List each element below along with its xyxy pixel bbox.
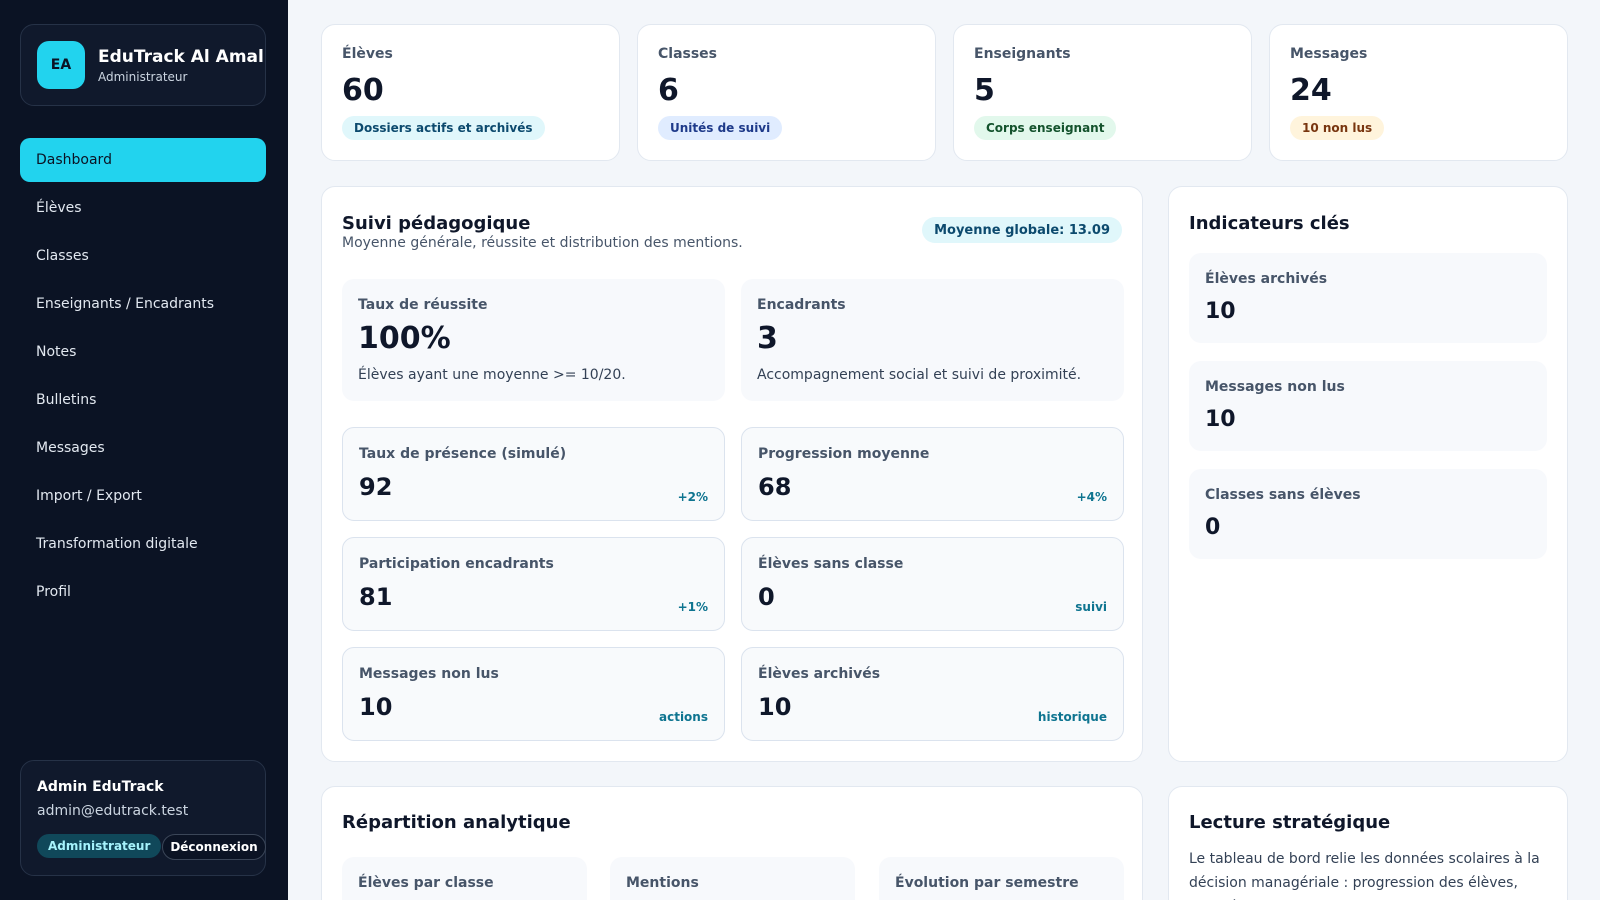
nav-item-classes[interactable]: Classes bbox=[20, 234, 266, 278]
global-average-badge: Moyenne globale: 13.09 bbox=[922, 217, 1122, 243]
nav-item-messages[interactable]: Messages bbox=[20, 426, 266, 470]
metric-value: 10 bbox=[758, 693, 792, 721]
stat-label: Classes bbox=[658, 46, 718, 62]
repartition-label: Élèves par classe bbox=[358, 875, 494, 891]
repartition-panel: Répartition analytique Élèves par classe… bbox=[321, 786, 1143, 900]
highlight-value: 100% bbox=[358, 321, 451, 356]
indicator-label: Classes sans élèves bbox=[1205, 487, 1361, 503]
indicateurs-panel: Indicateurs clés Élèves archivés 10 Mess… bbox=[1168, 186, 1568, 762]
metric-card: Progression moyenne 68 +4% bbox=[741, 427, 1124, 521]
highlight-label: Taux de réussite bbox=[358, 297, 488, 313]
stat-badge: Dossiers actifs et archivés bbox=[342, 116, 545, 140]
metric-value: 0 bbox=[758, 583, 775, 611]
metric-value: 92 bbox=[359, 473, 393, 501]
indicator-value: 0 bbox=[1205, 515, 1221, 540]
panel-title: Indicateurs clés bbox=[1189, 213, 1350, 234]
metric-label: Taux de présence (simulé) bbox=[359, 446, 567, 462]
repartition-card-semestre: Évolution par semestre bbox=[879, 857, 1124, 900]
user-card: Admin EduTrack admin@edutrack.test Admin… bbox=[20, 760, 266, 876]
indicator-value: 10 bbox=[1205, 299, 1236, 324]
metric-trend: historique bbox=[1037, 710, 1107, 724]
metric-trend: +4% bbox=[1076, 490, 1107, 504]
indicator-label: Messages non lus bbox=[1205, 379, 1345, 395]
stat-badge: 10 non lus bbox=[1290, 116, 1385, 140]
metric-card: Participation encadrants 81 +1% bbox=[342, 537, 725, 631]
nav-item-import-export[interactable]: Import / Export bbox=[20, 474, 266, 518]
strategie-panel: Lecture stratégique Le tableau de bord r… bbox=[1168, 786, 1568, 900]
metric-card: Messages non lus 10 actions bbox=[342, 647, 725, 741]
strategie-text: Le tableau de bord relie les données sco… bbox=[1189, 851, 1540, 900]
stat-value: 60 bbox=[342, 73, 384, 108]
role-badge: Administrateur bbox=[37, 834, 162, 858]
metric-card: Élèves archivés 10 historique bbox=[741, 647, 1124, 741]
indicator-card: Élèves archivés 10 bbox=[1189, 253, 1547, 343]
panel-title: Lecture stratégique bbox=[1189, 812, 1391, 833]
metric-label: Élèves sans classe bbox=[758, 556, 904, 572]
panel-title: Suivi pédagogique bbox=[342, 213, 531, 234]
stat-card-classes: Classes 6 Unités de suivi bbox=[637, 24, 936, 161]
metric-label: Élèves archivés bbox=[758, 666, 881, 682]
metric-trend: suivi bbox=[1075, 600, 1107, 614]
metric-card: Taux de présence (simulé) 92 +2% bbox=[342, 427, 725, 521]
stat-card-messages: Messages 24 10 non lus bbox=[1269, 24, 1568, 161]
stat-value: 24 bbox=[1290, 73, 1332, 108]
nav-item-notes[interactable]: Notes bbox=[20, 330, 266, 374]
metric-trend: +1% bbox=[677, 600, 708, 614]
sidebar: EA EduTrack Al Amal Administrateur Dashb… bbox=[0, 0, 288, 900]
indicator-card: Messages non lus 10 bbox=[1189, 361, 1547, 451]
repartition-card-classes: Élèves par classe bbox=[342, 857, 587, 900]
highlight-value: 3 bbox=[757, 321, 778, 356]
repartition-label: Mentions bbox=[626, 875, 699, 891]
stat-value: 6 bbox=[658, 73, 679, 108]
highlight-card-reussite: Taux de réussite 100% Élèves ayant une m… bbox=[342, 279, 725, 401]
logout-button[interactable]: Déconnexion bbox=[162, 834, 266, 860]
nav-item-eleves[interactable]: Élèves bbox=[20, 186, 266, 230]
repartition-label: Évolution par semestre bbox=[895, 875, 1079, 891]
brand-card: EA EduTrack Al Amal Administrateur bbox=[20, 24, 266, 106]
stat-badge: Unités de suivi bbox=[658, 116, 783, 140]
indicator-card: Classes sans élèves 0 bbox=[1189, 469, 1547, 559]
metric-label: Messages non lus bbox=[359, 666, 499, 682]
highlight-card-encadrants: Encadrants 3 Accompagnement social et su… bbox=[741, 279, 1124, 401]
highlight-desc: Élèves ayant une moyenne >= 10/20. bbox=[358, 367, 626, 383]
suivi-panel: Suivi pédagogique Moyenne générale, réus… bbox=[321, 186, 1143, 762]
user-name: Admin EduTrack bbox=[37, 779, 164, 795]
metric-trend: +2% bbox=[677, 490, 708, 504]
nav-item-transformation[interactable]: Transformation digitale bbox=[20, 522, 266, 566]
brand-logo: EA bbox=[37, 41, 85, 89]
highlight-desc: Accompagnement social et suivi de proxim… bbox=[757, 367, 1082, 383]
metric-trend: actions bbox=[659, 710, 708, 724]
stat-label: Élèves bbox=[342, 46, 393, 62]
stat-badge: Corps enseignant bbox=[974, 116, 1117, 140]
panel-title: Répartition analytique bbox=[342, 812, 571, 833]
highlight-label: Encadrants bbox=[757, 297, 846, 313]
repartition-card-mentions: Mentions bbox=[610, 857, 855, 900]
metric-label: Participation encadrants bbox=[359, 556, 554, 572]
brand-name: EduTrack Al Amal bbox=[98, 47, 264, 67]
stat-label: Messages bbox=[1290, 46, 1368, 62]
nav-item-dashboard[interactable]: Dashboard bbox=[20, 138, 266, 182]
stat-label: Enseignants bbox=[974, 46, 1071, 62]
metric-value: 81 bbox=[359, 583, 393, 611]
metric-value: 68 bbox=[758, 473, 792, 501]
nav-item-enseignants[interactable]: Enseignants / Encadrants bbox=[20, 282, 266, 326]
indicator-value: 10 bbox=[1205, 407, 1236, 432]
metric-card: Élèves sans classe 0 suivi bbox=[741, 537, 1124, 631]
stat-value: 5 bbox=[974, 73, 995, 108]
panel-subtitle: Moyenne générale, réussite et distributi… bbox=[342, 235, 743, 251]
nav-item-profil[interactable]: Profil bbox=[20, 570, 266, 614]
metric-value: 10 bbox=[359, 693, 393, 721]
stat-card-enseignants: Enseignants 5 Corps enseignant bbox=[953, 24, 1252, 161]
stat-card-eleves: Élèves 60 Dossiers actifs et archivés bbox=[321, 24, 620, 161]
indicator-label: Élèves archivés bbox=[1205, 271, 1328, 287]
main-nav: Dashboard Élèves Classes Enseignants / E… bbox=[20, 138, 266, 618]
brand-role: Administrateur bbox=[98, 70, 188, 84]
nav-item-bulletins[interactable]: Bulletins bbox=[20, 378, 266, 422]
user-email: admin@edutrack.test bbox=[37, 803, 189, 819]
metric-label: Progression moyenne bbox=[758, 446, 930, 462]
